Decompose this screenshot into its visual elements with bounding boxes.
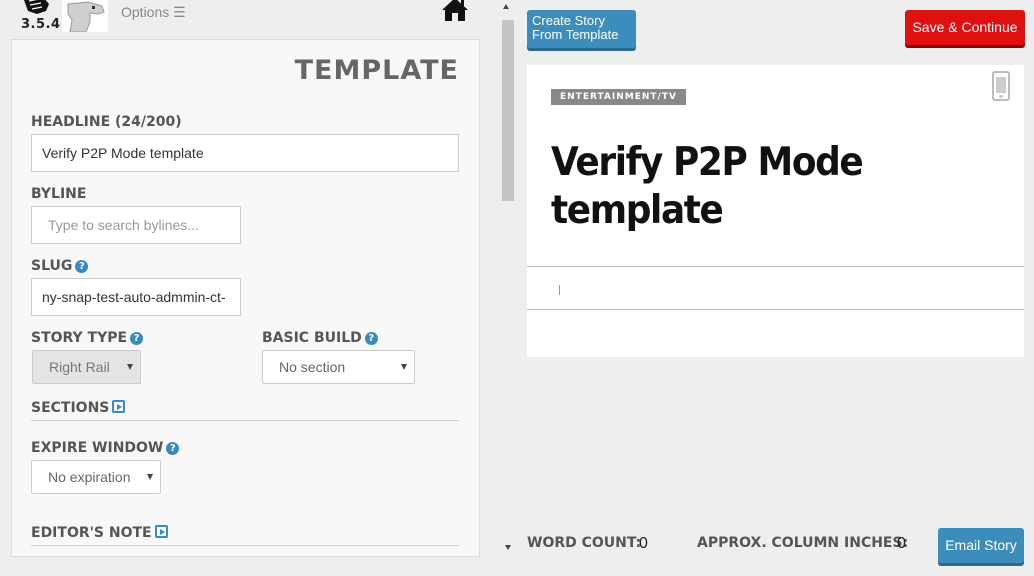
scroll-up-arrow[interactable] (503, 4, 509, 9)
story-type-label-text: STORY TYPE (31, 330, 128, 346)
column-inches-value: 0 (897, 535, 906, 552)
byline-label: BYLINE (31, 186, 87, 202)
story-editor-app: 3.5.4 Options ☰ TEMPLATE HEADLINE (24/20… (0, 0, 1034, 576)
category-badge: ENTERTAINMENT/TV (551, 89, 686, 105)
basic-build-value: No section (279, 359, 346, 375)
preview-headline: Verify P2P Mode template (551, 140, 864, 233)
divider (31, 420, 459, 421)
slug-label: SLUG? (31, 258, 89, 274)
story-type-label: STORY TYPE? (31, 330, 144, 346)
story-type-value: Right Rail (49, 359, 110, 375)
panel-title: TEMPLATE (294, 55, 459, 86)
divider (527, 309, 1024, 310)
text-cursor (559, 285, 560, 295)
divider (527, 266, 1024, 267)
caret-down-icon (147, 474, 153, 480)
sections-toggle[interactable]: SECTIONS (31, 400, 126, 416)
save-and-continue-button[interactable]: Save & Continue (905, 10, 1025, 45)
editors-note-label-text: EDITOR'S NOTE (31, 525, 152, 541)
play-icon[interactable] (112, 400, 126, 413)
fist-logo-icon (24, 0, 49, 14)
headline-input[interactable]: Verify P2P Mode template (31, 134, 459, 172)
byline-search-input[interactable]: Type to search bylines... (31, 206, 241, 244)
slug-input[interactable]: ny-snap-test-auto-admmin-ct- (31, 278, 241, 316)
dinosaur-avatar[interactable] (62, 0, 108, 32)
expire-window-value: No expiration (48, 469, 131, 485)
expire-window-select[interactable]: No expiration (31, 460, 161, 494)
help-icon[interactable]: ? (75, 260, 89, 273)
story-type-select[interactable]: Right Rail (32, 350, 141, 384)
template-form-panel: TEMPLATE HEADLINE (24/200) Verify P2P Mo… (11, 39, 480, 557)
expire-window-label-text: EXPIRE WINDOW (31, 440, 164, 456)
help-icon[interactable]: ? (130, 332, 144, 345)
sections-label-text: SECTIONS (31, 400, 110, 416)
app-version: 3.5.4 (21, 17, 61, 32)
scroll-down-arrow[interactable] (505, 545, 511, 550)
basic-build-select[interactable]: No section (262, 350, 415, 384)
caret-down-icon (401, 364, 407, 370)
scrollbar-thumb[interactable] (502, 20, 514, 201)
dinosaur-avatar-image (66, 0, 108, 32)
mobile-phone-icon[interactable] (992, 71, 1010, 101)
word-count-label: WORD COUNT: (527, 535, 642, 551)
create-story-from-template-button[interactable]: Create Story From Template (527, 10, 636, 48)
basic-build-label: BASIC BUILD? (262, 330, 378, 346)
column-inches-label: APPROX. COLUMN INCHES: (697, 535, 909, 551)
options-menu-link[interactable]: Options ☰ (121, 4, 186, 21)
headline-label: HEADLINE (24/200) (31, 114, 182, 130)
caret-down-icon (127, 364, 133, 370)
help-icon[interactable]: ? (364, 332, 378, 345)
email-story-button[interactable]: Email Story (938, 528, 1024, 563)
basic-build-label-text: BASIC BUILD (262, 330, 362, 346)
slug-label-text: SLUG (31, 258, 73, 274)
help-icon[interactable]: ? (166, 442, 180, 455)
divider (31, 545, 459, 546)
story-preview: ENTERTAINMENT/TV Verify P2P Mode templat… (527, 65, 1024, 357)
editors-note-toggle[interactable]: EDITOR'S NOTE (31, 525, 168, 541)
play-icon[interactable] (154, 525, 168, 538)
expire-window-label: EXPIRE WINDOW? (31, 440, 180, 456)
word-count-value: 0 (639, 535, 648, 552)
home-icon[interactable] (440, 0, 470, 22)
